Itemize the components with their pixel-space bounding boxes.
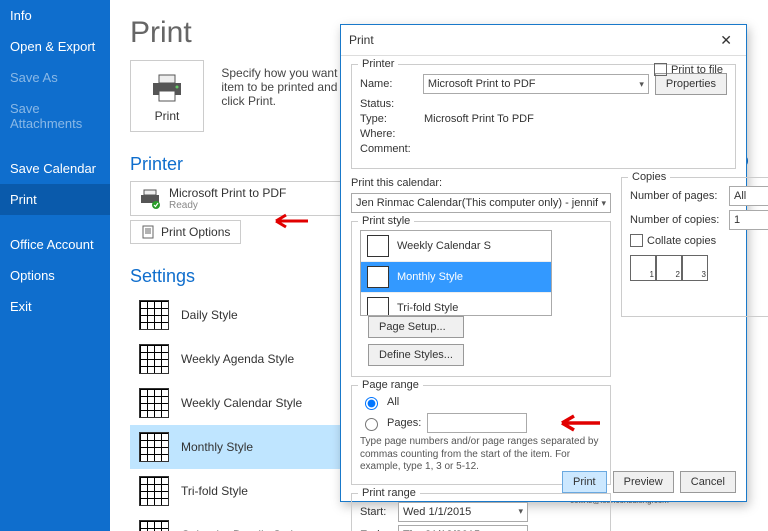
page-range-all-radio[interactable] (365, 397, 378, 410)
start-date-select[interactable]: Wed 1/1/2015▾ (398, 502, 528, 522)
printer-name: Microsoft Print to PDF (169, 186, 286, 200)
printer-status: Ready (169, 200, 286, 211)
style-trifold[interactable]: Tri-fold Style (130, 469, 360, 513)
num-pages-select[interactable]: All▾ (729, 186, 768, 206)
checkbox-icon[interactable] (654, 63, 667, 76)
printer-group: Printer Print to file Name: Microsoft Pr… (351, 64, 736, 169)
annotation-arrow-1 (264, 212, 308, 230)
print-tile[interactable]: Print (130, 60, 204, 132)
num-copies-input[interactable]: 1 (729, 210, 768, 230)
sidebar-item-save-as: Save As (0, 62, 110, 93)
style-icon (139, 520, 169, 531)
printer-name-select[interactable]: Microsoft Print to PDF▾ (423, 74, 649, 94)
end-date-select[interactable]: Thu 31/12/2015▾ (398, 525, 528, 531)
dialog-footer: Print Preview Cancel (562, 471, 736, 493)
style-weekly-agenda[interactable]: Weekly Agenda Style (130, 337, 360, 381)
sidebar-item-office-account[interactable]: Office Account (0, 229, 110, 260)
page-range-pages-radio[interactable] (365, 418, 378, 431)
collate-preview: 123 (630, 255, 768, 281)
print-tile-label: Print (149, 109, 185, 123)
sidebar-item-exit[interactable]: Exit (0, 291, 110, 322)
backstage-root: Info Open & Export Save As Save Attachme… (0, 0, 768, 531)
backstage-sidebar: Info Open & Export Save As Save Attachme… (0, 0, 110, 531)
annotation-arrow-2 (548, 413, 600, 433)
dialog-titlebar[interactable]: Print ✕ (341, 25, 746, 56)
calendar-select[interactable]: Jen Rinmac Calendar(This computer only) … (351, 193, 611, 213)
style-icon (139, 388, 169, 418)
print-dialog: Print ✕ Printer Print to file Name: Micr… (340, 24, 747, 502)
sidebar-item-save-calendar[interactable]: Save Calendar (0, 153, 110, 184)
define-styles-button[interactable]: Define Styles... (368, 344, 464, 366)
document-icon (141, 225, 155, 239)
printer-ready-icon (139, 188, 161, 210)
collate[interactable]: Collate copies (630, 234, 768, 247)
page-range-group: Page range All Pages: Type page numbers … (351, 385, 611, 485)
sidebar-item-info[interactable]: Info (0, 0, 110, 31)
properties-button[interactable]: Properties (655, 73, 727, 95)
style-daily[interactable]: Daily Style (130, 293, 360, 337)
checkbox-icon[interactable] (630, 234, 643, 247)
style-trifold[interactable]: Tri-fold Style (361, 293, 551, 316)
sidebar-item-save-attachments: Save Attachments (0, 93, 110, 139)
style-calendar-details[interactable]: Calendar Details Style (130, 513, 360, 531)
sidebar-item-open-export[interactable]: Open & Export (0, 31, 110, 62)
printer-icon (149, 73, 185, 103)
print-button[interactable]: Print (562, 471, 607, 493)
dialog-title: Print (349, 33, 374, 47)
style-weekly-calendar[interactable]: Weekly Calendar S (361, 231, 551, 262)
cancel-button[interactable]: Cancel (680, 471, 736, 493)
print-style-group: Print style Weekly Calendar S Monthly St… (351, 221, 611, 377)
print-to-file[interactable]: Print to file (654, 63, 723, 76)
style-icon (139, 300, 169, 330)
close-icon[interactable]: ✕ (714, 32, 738, 49)
style-monthly[interactable]: Monthly Style (361, 262, 551, 293)
style-monthly[interactable]: Monthly Style (130, 425, 360, 469)
style-icon (139, 476, 169, 506)
style-weekly-calendar[interactable]: Weekly Calendar Style (130, 381, 360, 425)
sidebar-item-print[interactable]: Print (0, 184, 110, 215)
settings-styles-list: Daily Style Weekly Agenda Style Weekly C… (130, 293, 360, 531)
print-range-group: Print range Start: Wed 1/1/2015▾ End: Th… (351, 493, 611, 531)
style-icon (139, 432, 169, 462)
preview-button[interactable]: Preview (613, 471, 674, 493)
page-setup-button[interactable]: Page Setup... (368, 316, 464, 338)
pages-input[interactable] (427, 413, 527, 433)
sidebar-item-options[interactable]: Options (0, 260, 110, 291)
pages-hint: Type page numbers and/or page ranges sep… (360, 436, 602, 474)
copies-group: Copies Number of pages: All▾ Number of c… (621, 177, 768, 317)
print-options-button[interactable]: Print Options (130, 220, 241, 244)
print-style-list[interactable]: Weekly Calendar S Monthly Style Tri-fold… (360, 230, 552, 316)
printer-selector[interactable]: Microsoft Print to PDF Ready ▾ (130, 181, 358, 216)
style-icon (139, 344, 169, 374)
